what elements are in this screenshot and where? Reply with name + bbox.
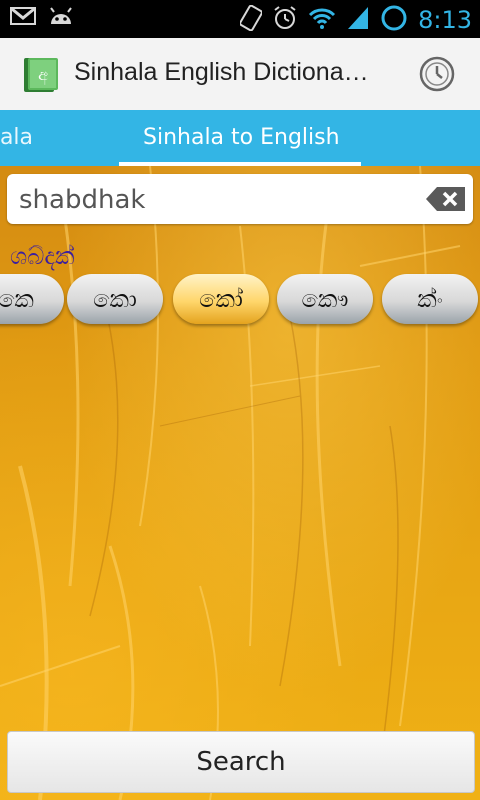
clock-icon[interactable] [418,55,456,93]
tab-sinhala-to-english[interactable]: Sinhala to English [143,125,340,150]
tab-strip: hala Sinhala to English [0,110,480,166]
search-input[interactable] [17,182,421,218]
suggestion-chip-selected[interactable]: කෝ [173,274,269,324]
signal-icon [346,5,370,35]
backspace-clear-icon[interactable] [425,185,467,213]
transliteration-text: ශබ්දක් [10,242,75,270]
search-box [7,174,473,224]
android-debug-icon [48,6,74,30]
rotate-lock-icon [239,4,263,35]
clock-time: 8:13 [418,6,472,34]
sync-icon [380,4,408,36]
app-book-icon: අ [24,58,58,92]
wifi-icon [308,6,336,34]
suggestion-chip[interactable]: කෞ [277,274,373,324]
app-title: Sinhala English Dictiona… [74,58,369,86]
action-bar: අ Sinhala English Dictiona… [0,38,480,111]
main-content: ශබ්දක් කෙ කො කෝ කෞ ක්ං Search [0,166,480,800]
suggestion-chip[interactable]: කෙ [0,274,64,324]
search-button[interactable]: Search [7,731,475,793]
svg-text:අ: අ [38,65,48,85]
suggestion-chip[interactable]: කො [67,274,163,324]
status-bar: 8:13 [0,0,480,38]
alarm-icon [272,5,298,35]
gmail-icon [10,6,36,30]
tab-english-to-sinhala[interactable]: hala [0,125,33,150]
suggestion-chip[interactable]: ක්ං [382,274,478,324]
